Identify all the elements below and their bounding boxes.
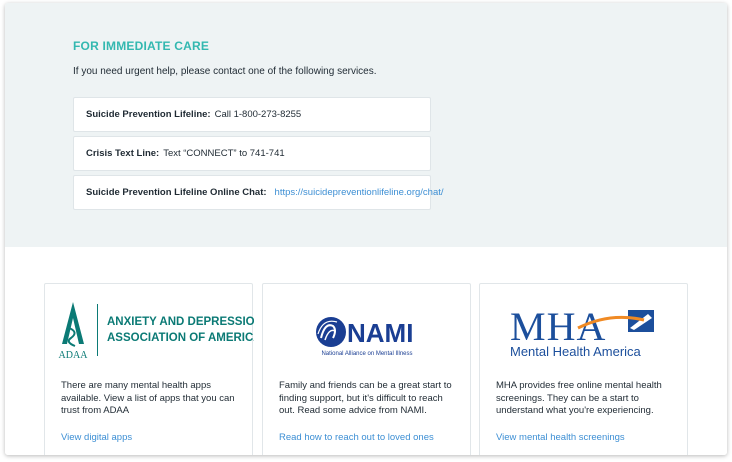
resource-card-mha: MHA Mental Health America MHA provides f… [479,283,688,455]
nami-wordmark: NAMI [347,318,413,348]
nami-tagline: National Alliance on Mental Illness [321,351,412,357]
mha-tagline: Mental Health America [510,344,642,359]
view-digital-apps-link[interactable]: View digital apps [61,432,132,443]
adaa-name-line1: ANXIETY AND DEPRESSION [107,316,254,328]
reach-out-loved-ones-link[interactable]: Read how to reach out to loved ones [279,432,434,443]
service-online-chat: Suicide Prevention Lifeline Online Chat:… [73,175,444,210]
page-frame: FOR IMMEDIATE CARE If you need urgent he… [5,3,727,455]
adaa-name-line2: ASSOCIATION OF AMERICA [107,332,254,344]
service-label: Crisis Text Line: [86,148,160,159]
card-description: MHA provides free online mental health s… [496,380,662,416]
mha-wordmark: MHA [510,304,606,349]
adaa-logo: ADAA ANXIETY AND DEPRESSION ASSOCIATION … [45,298,263,368]
service-label: Suicide Prevention Lifeline: [86,109,211,120]
card-description: There are many mental health apps availa… [61,380,235,416]
resource-card-adaa: ADAA ANXIETY AND DEPRESSION ASSOCIATION … [44,283,263,455]
service-label: Suicide Prevention Lifeline Online Chat: [86,187,267,198]
section-intro: If you need urgent help, please contact … [73,66,377,77]
nami-circle-icon [316,317,346,347]
service-value: Call 1-800-273-8255 [214,109,302,120]
service-value: Text “CONNECT” to 741-741 [163,148,285,159]
service-suicide-lifeline: Suicide Prevention Lifeline: Call 1-800-… [73,97,431,132]
adaa-monogram: ADAA [59,350,89,361]
mha-flag-icon [628,310,654,332]
nami-logo: NAMI National Alliance on Mental Illness [263,298,470,368]
view-screenings-link[interactable]: View mental health screenings [496,432,625,443]
section-title: FOR IMMEDIATE CARE [73,39,210,53]
resource-card-nami: NAMI National Alliance on Mental Illness… [262,283,471,455]
resource-cards-section: ADAA ANXIETY AND DEPRESSION ASSOCIATION … [5,247,727,455]
service-crisis-text-line: Crisis Text Line: Text “CONNECT” to 741-… [73,136,431,171]
online-chat-link[interactable]: https://suicidepreventionlifeline.org/ch… [275,187,444,198]
card-description: Family and friends can be a great start … [279,380,452,416]
mha-logo: MHA Mental Health America [480,298,687,368]
immediate-care-section: FOR IMMEDIATE CARE If you need urgent he… [5,3,727,247]
